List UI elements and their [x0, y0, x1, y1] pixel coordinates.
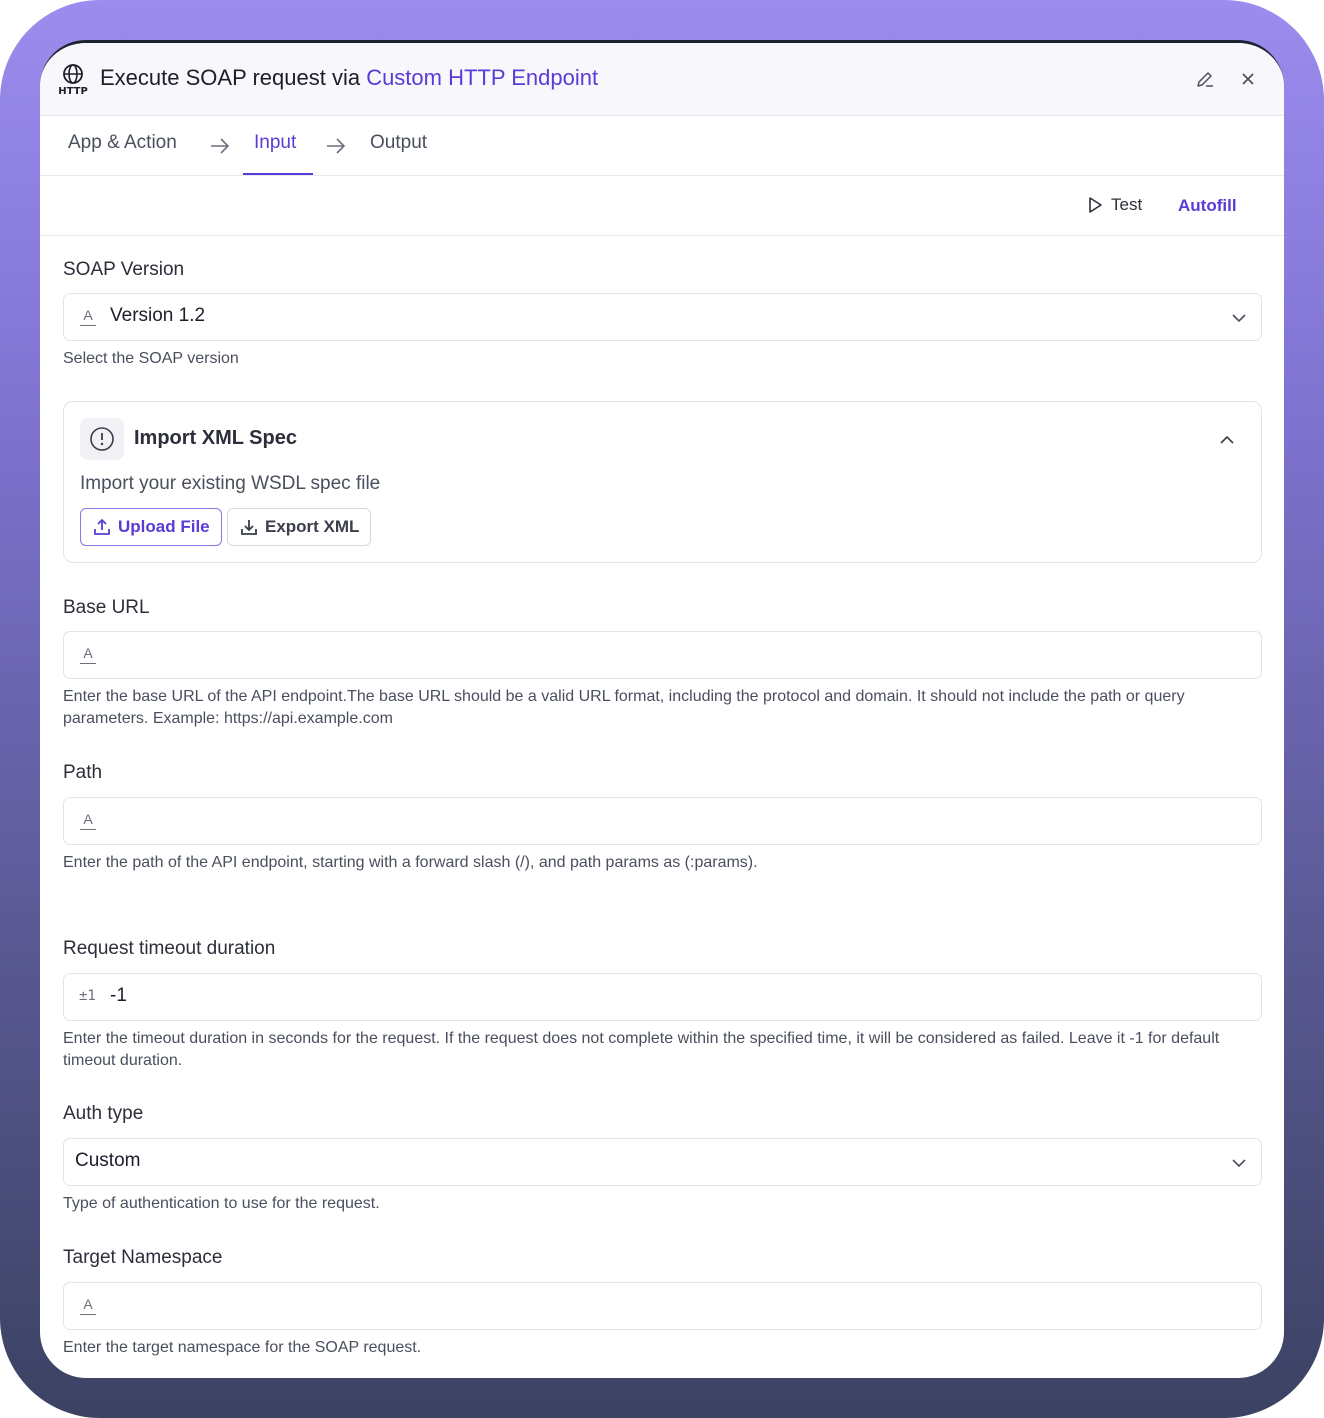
panel-header: HTTP Execute SOAP request via Custom HTT…: [40, 43, 1284, 116]
soap-version-value: Version 1.2: [110, 305, 206, 326]
arrow-right-icon: [211, 138, 230, 154]
soap-version-help: Select the SOAP version: [63, 350, 239, 367]
arrow-right-icon: [327, 138, 346, 154]
auth-type-value: Custom: [75, 1150, 141, 1171]
auth-type-select[interactable]: Custom: [63, 1138, 1262, 1186]
auth-type-label: Auth type: [63, 1103, 144, 1124]
text-type-icon: A: [80, 306, 96, 326]
export-xml-label: Export XML: [265, 517, 360, 536]
upload-file-button[interactable]: Upload File: [80, 508, 222, 546]
target-namespace-input[interactable]: A: [63, 1282, 1262, 1330]
timeout-input[interactable]: ±1 -1: [63, 973, 1262, 1021]
timeout-value: -1: [110, 985, 127, 1006]
path-input[interactable]: A: [63, 797, 1262, 845]
text-type-icon: A: [80, 810, 96, 830]
pencil-icon: [1197, 72, 1213, 87]
outer-frame: HTTP Execute SOAP request via Custom HTT…: [0, 0, 1324, 1418]
info-icon: [90, 427, 114, 451]
import-xml-card: Import XML Spec Import your existing WSD…: [63, 401, 1262, 563]
text-type-icon: A: [80, 1295, 96, 1315]
upload-icon: [94, 518, 110, 535]
tab-app-action[interactable]: App & Action: [68, 132, 177, 154]
test-button[interactable]: Test: [1087, 195, 1142, 215]
timeout-label: Request timeout duration: [63, 938, 276, 959]
text-type-icon: A: [80, 644, 96, 664]
edit-button[interactable]: [1193, 67, 1217, 91]
chevron-down-icon: [1232, 314, 1246, 323]
svg-text:HTTP: HTTP: [58, 86, 88, 95]
http-globe-icon: HTTP: [58, 64, 88, 95]
test-label: Test: [1111, 195, 1143, 214]
close-icon: [1242, 73, 1254, 85]
base-url-help: Enter the base URL of the API endpoint.T…: [63, 688, 1185, 727]
soap-version-select[interactable]: A Version 1.2: [63, 293, 1262, 341]
tab-output[interactable]: Output: [370, 132, 427, 154]
import-xml-description: Import your existing WSDL spec file: [80, 473, 381, 494]
upload-file-label: Upload File: [118, 517, 210, 536]
download-icon: [241, 520, 257, 535]
import-xml-title: Import XML Spec: [134, 427, 297, 449]
auth-type-help: Type of authentication to use for the re…: [63, 1195, 380, 1212]
target-namespace-label: Target Namespace: [63, 1247, 223, 1268]
base-url-input[interactable]: A: [63, 631, 1262, 679]
active-tab-indicator: [243, 173, 313, 175]
info-icon-box: [80, 418, 124, 460]
export-xml-button[interactable]: Export XML: [227, 508, 372, 546]
timeout-help: Enter the timeout duration in seconds fo…: [63, 1030, 1220, 1069]
action-config-panel: HTTP Execute SOAP request via Custom HTT…: [40, 40, 1284, 1378]
page-title: Execute SOAP request via Custom HTTP End…: [100, 65, 598, 91]
title-app-link[interactable]: Custom HTTP Endpoint: [366, 65, 598, 90]
play-icon: [1089, 197, 1102, 213]
step-tabs: App & Action Input Output: [40, 116, 1284, 176]
autofill-button[interactable]: Autofill: [1178, 196, 1237, 216]
path-help: Enter the path of the API endpoint, star…: [63, 854, 758, 871]
target-namespace-help: Enter the target namespace for the SOAP …: [63, 1339, 422, 1356]
path-label: Path: [63, 762, 103, 783]
close-button[interactable]: [1236, 67, 1260, 91]
chevron-down-icon: [1232, 1159, 1246, 1168]
base-url-label: Base URL: [63, 597, 150, 618]
number-type-icon: ±1: [79, 988, 96, 1004]
chevron-up-icon[interactable]: [1219, 432, 1235, 448]
tab-input[interactable]: Input: [254, 132, 296, 154]
title-prefix: Execute SOAP request via: [100, 65, 367, 90]
soap-version-label: SOAP Version: [63, 259, 185, 280]
toolbar: Test Autofill: [40, 176, 1284, 236]
